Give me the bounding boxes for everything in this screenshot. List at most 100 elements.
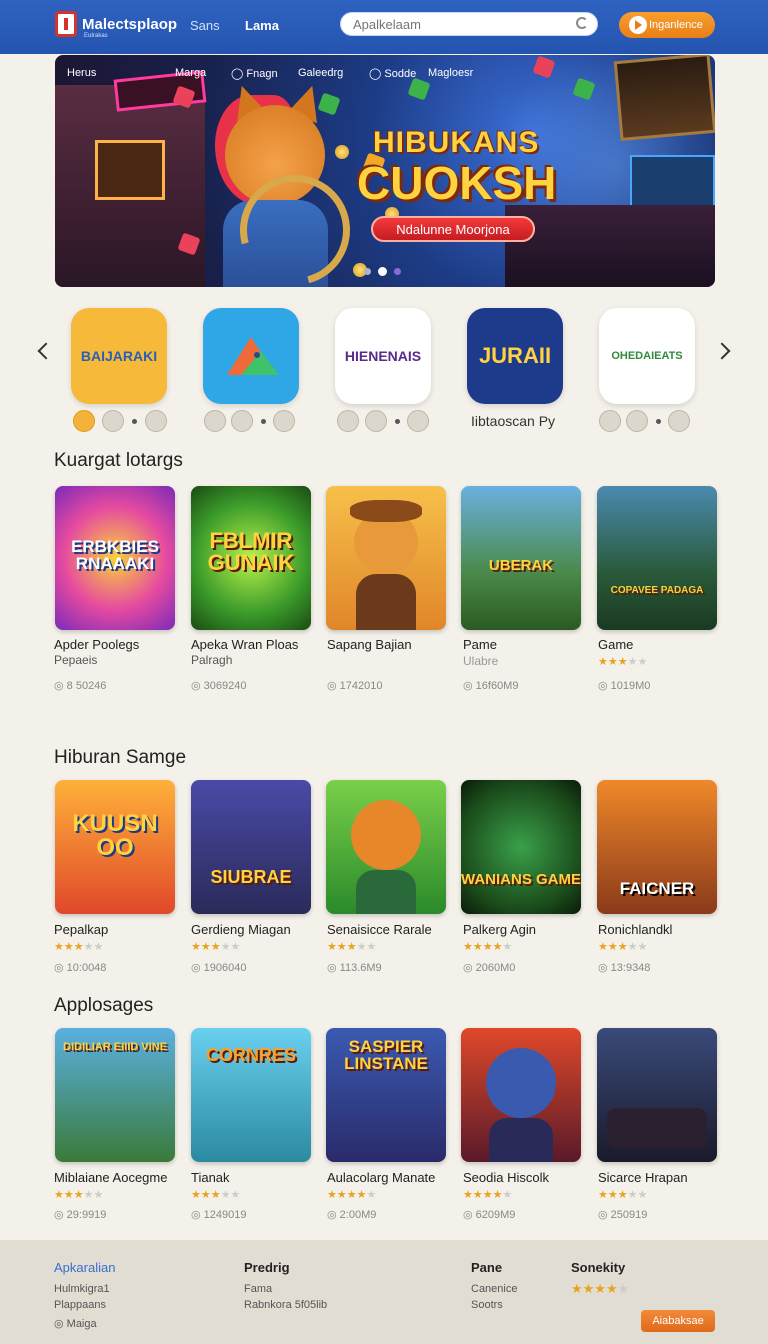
game-meta-value: 2060M0 [475, 962, 516, 974]
game-thumbnail[interactable]: COPAVEE PADAGA [597, 486, 717, 630]
game-meta: ◎ 250919 [598, 1209, 648, 1221]
game-thumbnail[interactable]: UBERAK [461, 486, 581, 630]
game-meta-value: 1906040 [203, 962, 247, 974]
action-icon[interactable] [73, 410, 95, 432]
game-title[interactable]: Senaisicce Rarale [327, 922, 432, 937]
game-thumbnail[interactable] [326, 486, 446, 630]
action-icon[interactable] [273, 410, 295, 432]
hero-cta-button[interactable]: Ndalunne Moorjona [371, 216, 535, 242]
action-icon[interactable] [626, 410, 648, 432]
hero-nav-item[interactable]: ◯ Sodde [369, 67, 416, 80]
chevron-left-icon[interactable] [37, 342, 55, 360]
logo-icon[interactable] [55, 11, 77, 37]
footer-link[interactable]: ◎ Maiga [54, 1317, 97, 1330]
game-title[interactable]: Sapang Bajian [327, 637, 412, 652]
game-meta-value: 16f60M9 [475, 680, 519, 692]
action-icon[interactable] [599, 410, 621, 432]
game-thumbnail[interactable]: SIUBRAE [191, 780, 311, 914]
chevron-right-icon[interactable] [713, 342, 731, 360]
nav-link-lama[interactable]: Lama [245, 18, 279, 33]
game-title[interactable]: Palkerg Agin [463, 922, 536, 937]
separator-dot [261, 419, 266, 424]
featured-app[interactable]: HIENENAIS [335, 308, 431, 404]
footer-link-label: Maiga [66, 1318, 97, 1330]
carousel-dot-active[interactable] [378, 267, 387, 276]
game-thumbnail[interactable] [597, 1028, 717, 1162]
game-title[interactable]: Ronichlandkl [598, 922, 672, 937]
game-thumbnail[interactable] [461, 1028, 581, 1162]
featured-app[interactable]: OHEDAIEATS [599, 308, 695, 404]
game-thumbnail[interactable]: CORNRES [191, 1028, 311, 1162]
action-icon[interactable] [365, 410, 387, 432]
game-thumbnail[interactable]: WANIANS GAME [461, 780, 581, 914]
carousel-dot[interactable] [394, 268, 401, 275]
action-icon[interactable] [231, 410, 253, 432]
hero-nav-item[interactable]: Galeedrg [298, 67, 343, 79]
featured-app[interactable] [203, 308, 299, 404]
rating-stars: ★★★★★ [54, 1189, 104, 1201]
game-title[interactable]: Pepalkap [54, 922, 108, 937]
body-art [489, 1118, 553, 1162]
game-thumbnail[interactable]: DIDILIAR EIIID VINE [55, 1028, 175, 1162]
game-title[interactable]: Miblaiane Aocegme [54, 1170, 167, 1185]
featured-app[interactable]: BAIJARAKI [71, 308, 167, 404]
game-thumbnail[interactable] [326, 780, 446, 914]
footer-link[interactable]: Canenice [471, 1283, 517, 1295]
hero-nav-item[interactable]: Marga [175, 67, 206, 79]
game-thumbnail[interactable]: SASPIER LINSTANE [326, 1028, 446, 1162]
game-title[interactable]: Game [598, 637, 633, 652]
action-icon[interactable] [145, 410, 167, 432]
thumbnail-text: DIDILIAR EIIID VINE [63, 1041, 167, 1053]
hero-nav-item[interactable]: ◯ Fnagn [231, 67, 278, 80]
footer-col-title[interactable]: Apkaralian [54, 1260, 115, 1275]
thumbnail-text: FAICNER [619, 879, 695, 898]
game-thumbnail[interactable]: ERBKBIES RNAAAKI [55, 486, 175, 630]
game-title[interactable]: Apder Poolegs [54, 637, 139, 652]
hero-nav-item[interactable]: Herus [67, 67, 96, 79]
game-title[interactable]: Sicarce Hrapan [598, 1170, 688, 1185]
featured-app-label: HIENENAIS [344, 348, 422, 364]
featured-app[interactable]: JURAII [467, 308, 563, 404]
search-input[interactable] [340, 12, 598, 36]
game-meta-value: 1742010 [339, 680, 383, 692]
game-meta-value: 250919 [610, 1209, 648, 1221]
game-title[interactable]: Apeka Wran Ploas [191, 637, 298, 652]
rating-stars: ★★★★★ [598, 1189, 648, 1201]
brand-name[interactable]: Malectsplaop [82, 16, 177, 33]
featured-app-label: OHEDAIEATS [611, 349, 683, 362]
thumbnail-text: CORNRES [205, 1045, 296, 1065]
rating-stars: ★★★★★ [327, 1189, 377, 1201]
neon-sign-art [95, 140, 165, 200]
game-title[interactable]: Pame [463, 637, 497, 652]
footer-link[interactable]: Sootrs [471, 1299, 503, 1311]
carousel-dot[interactable] [364, 268, 371, 275]
action-icon[interactable] [668, 410, 690, 432]
footer-link[interactable]: Hulmkigra1 [54, 1283, 110, 1295]
game-title[interactable]: Aulacolarg Manate [327, 1170, 435, 1185]
footer-link[interactable]: Plappaans [54, 1299, 106, 1311]
footer-link[interactable]: Fama [244, 1283, 272, 1295]
action-icon[interactable] [102, 410, 124, 432]
search-icon[interactable] [576, 17, 588, 29]
hat-art [350, 500, 422, 522]
nav-link-sans[interactable]: Sans [190, 18, 220, 33]
action-icon[interactable] [204, 410, 226, 432]
hero-banner[interactable]: Herus Marga ◯ Fnagn Galeedrg ◯ Sodde Mag… [55, 55, 715, 287]
action-icon[interactable] [407, 410, 429, 432]
footer-col-title: Pane [471, 1260, 503, 1275]
game-subtitle: Palragh [191, 653, 233, 667]
game-title[interactable]: Tianak [191, 1170, 230, 1185]
action-icon[interactable] [337, 410, 359, 432]
separator-dot [656, 419, 661, 424]
game-subtitle: Pepaeis [54, 653, 98, 667]
game-title[interactable]: Seodia Hiscolk [463, 1170, 549, 1185]
game-title[interactable]: Gerdieng Miagan [191, 922, 291, 937]
footer-action-button[interactable]: Aiabaksae [641, 1310, 715, 1332]
game-thumbnail[interactable]: KUUSN OO [55, 780, 175, 914]
footer-link[interactable]: Rabnkora 5f05lib [244, 1299, 327, 1311]
game-thumbnail[interactable]: FAICNER [597, 780, 717, 914]
footer-col-title: Predrig [244, 1260, 290, 1275]
separator-dot [395, 419, 400, 424]
game-thumbnail[interactable]: FBLMIR GUNAIK [191, 486, 311, 630]
hero-nav-item[interactable]: Magloesr [428, 67, 473, 79]
